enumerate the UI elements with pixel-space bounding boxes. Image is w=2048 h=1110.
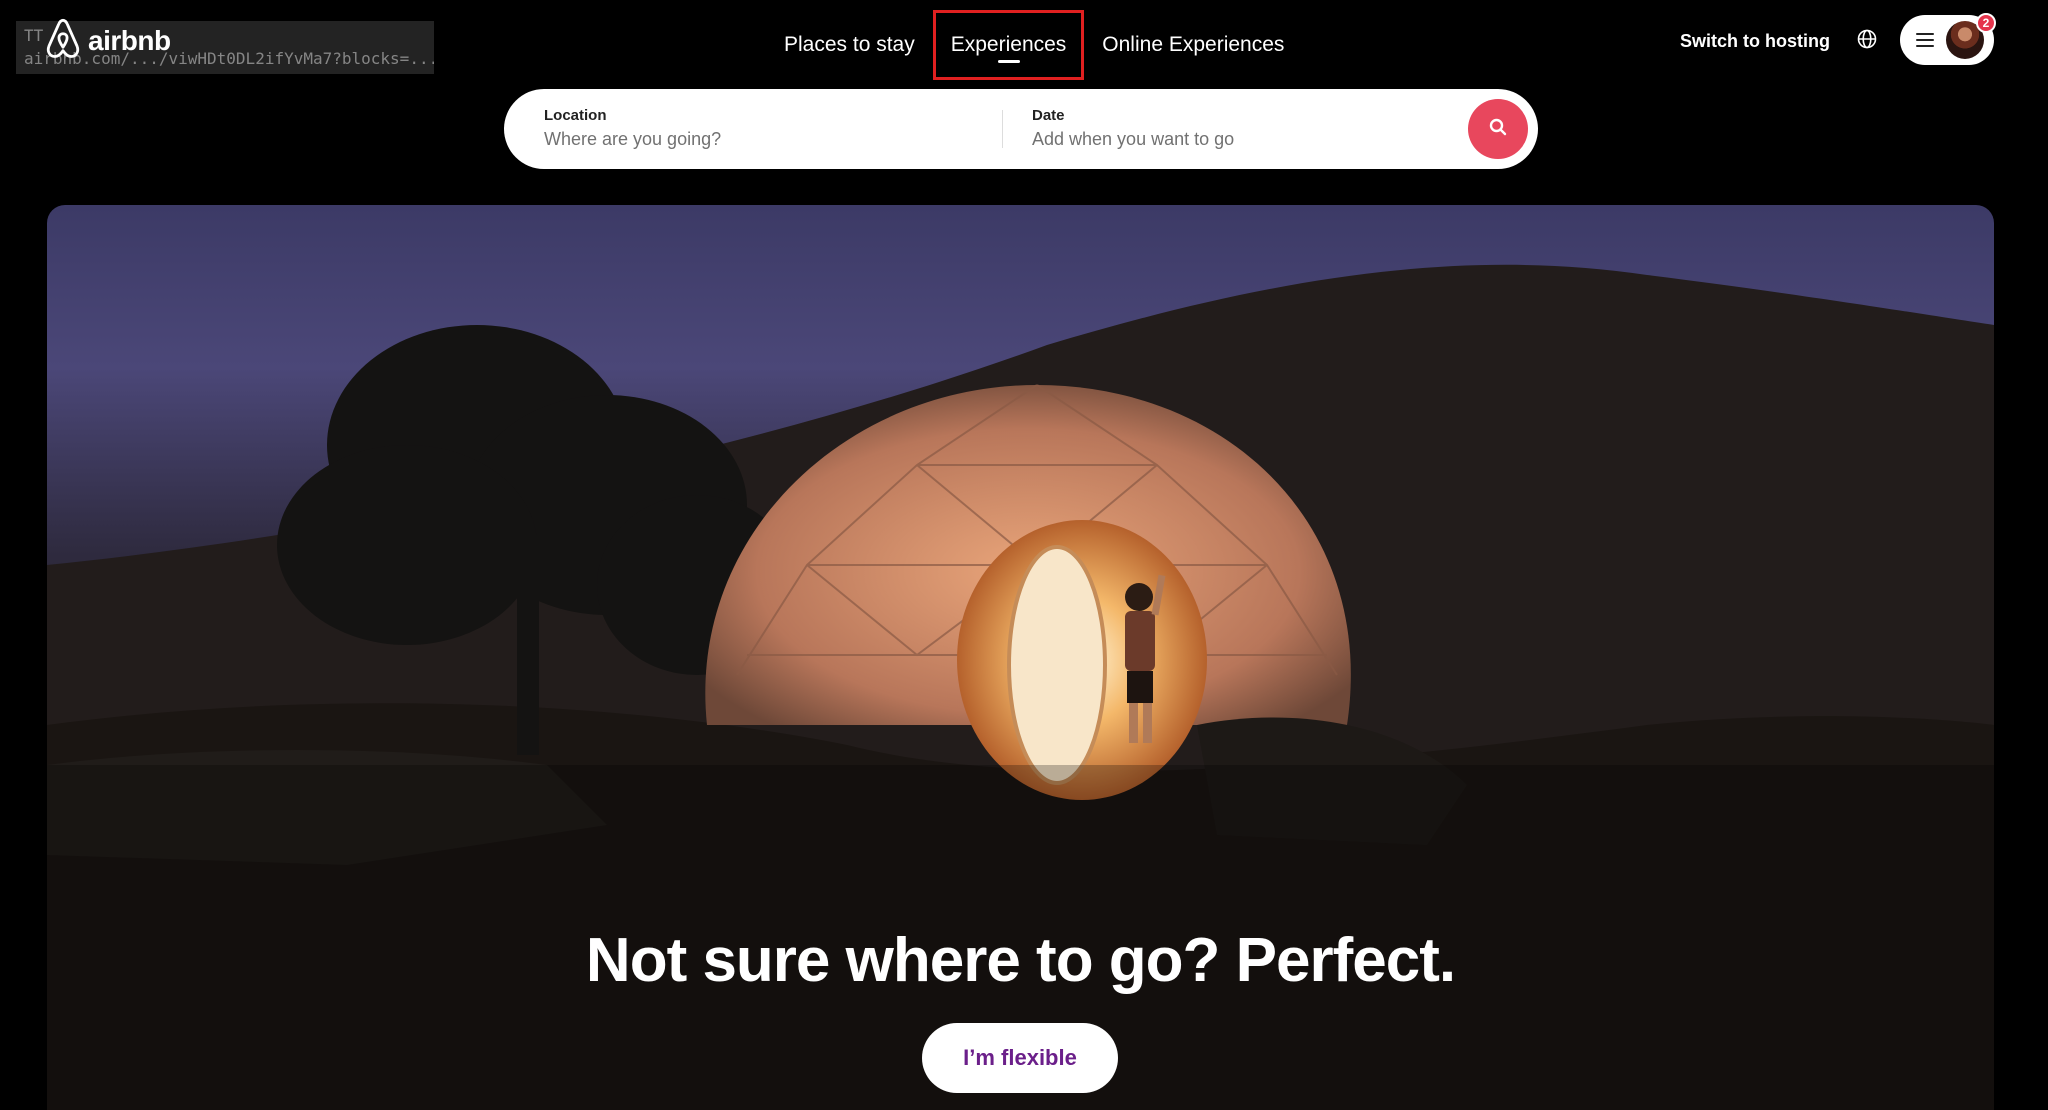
page: TT airbnb.com/.../viwHDt0DL2ifYvMa7?bloc…: [0, 0, 2048, 1110]
globe-icon: [1857, 29, 1877, 54]
tab-places-to-stay[interactable]: Places to stay: [766, 10, 933, 80]
date-input[interactable]: [1032, 129, 1432, 150]
date-field[interactable]: Date: [1032, 89, 1432, 169]
location-input[interactable]: [544, 129, 994, 150]
airbnb-logo[interactable]: airbnb: [44, 18, 171, 65]
search-divider: [1002, 110, 1003, 148]
switch-to-hosting-link[interactable]: Switch to hosting: [1680, 26, 1830, 56]
hero-banner: Not sure where to go? Perfect. I’m flexi…: [47, 205, 1994, 1110]
search-button[interactable]: [1468, 99, 1528, 159]
airbnb-logo-icon: [44, 18, 82, 65]
date-label: Date: [1032, 107, 1065, 124]
tab-label: Places to stay: [784, 33, 915, 56]
tab-label: Experiences: [950, 33, 1067, 56]
hamburger-icon: [1916, 33, 1934, 47]
tab-experiences[interactable]: Experiences: [932, 10, 1085, 80]
logo-text: airbnb: [88, 25, 171, 56]
hero-title: Not sure where to go? Perfect.: [585, 926, 1456, 995]
tab-online-experiences[interactable]: Online Experiences: [1084, 10, 1302, 80]
notification-badge: 2: [1976, 13, 1996, 33]
im-flexible-button[interactable]: I’m flexible: [922, 1023, 1118, 1093]
search-bar: Location Date: [504, 89, 1538, 169]
location-label: Location: [544, 107, 607, 124]
main-nav: Places to stay Experiences Online Experi…: [766, 10, 1302, 80]
location-field[interactable]: Location: [544, 89, 994, 169]
tab-label: Online Experiences: [1102, 33, 1285, 56]
active-tab-indicator: [997, 60, 1020, 63]
language-button[interactable]: [1852, 26, 1882, 56]
search-icon: [1488, 117, 1508, 142]
